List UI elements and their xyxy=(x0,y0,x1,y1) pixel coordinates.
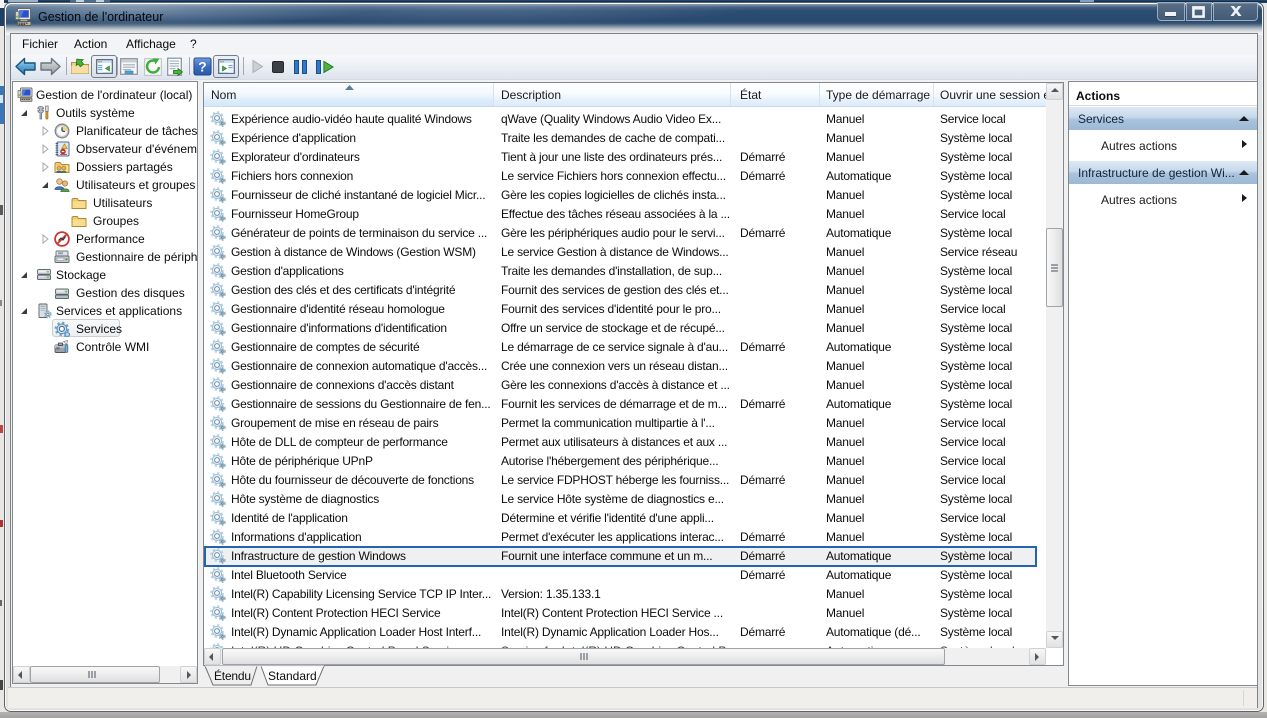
svg-text:?: ? xyxy=(198,59,206,74)
